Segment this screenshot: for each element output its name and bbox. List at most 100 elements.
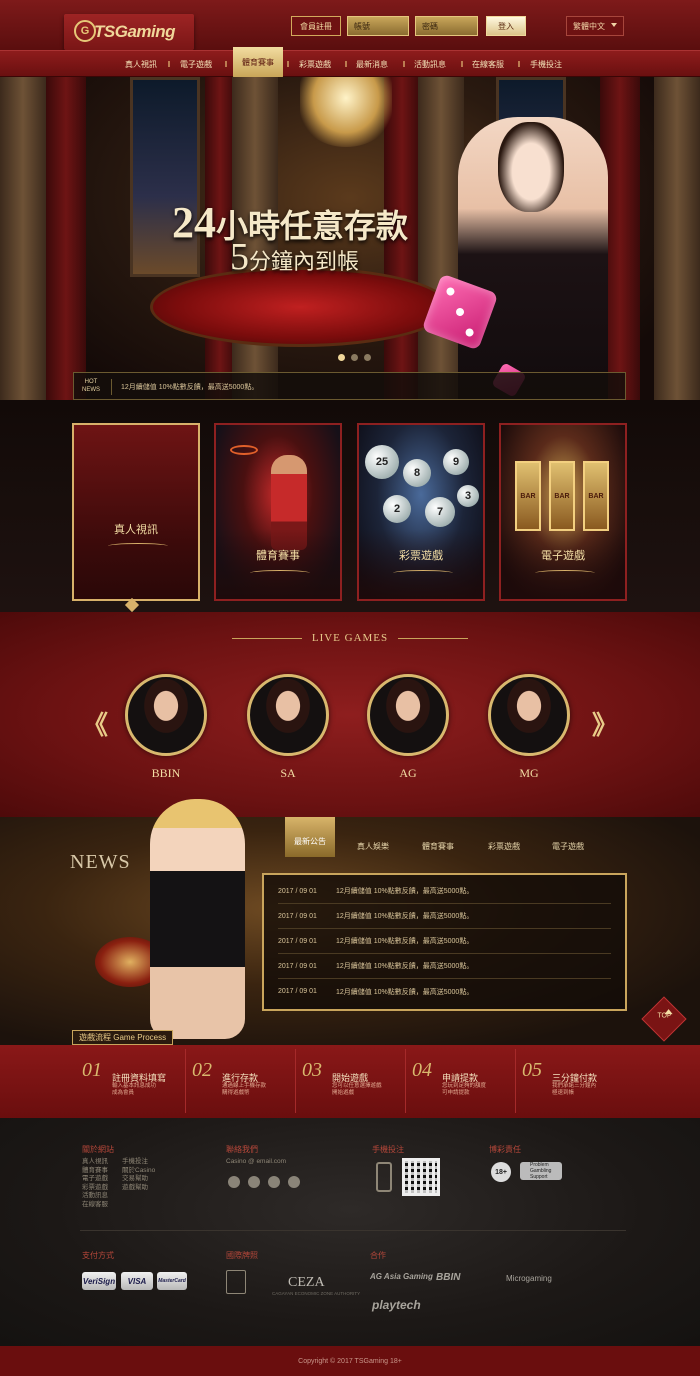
- provider-mg[interactable]: MG: [487, 674, 571, 781]
- news-section: NEWS 最新公告 真人娛樂 體育賽事 彩票遊戲 電子遊戲 2017 / 09 …: [0, 799, 700, 1045]
- slider-dot[interactable]: [351, 354, 358, 361]
- category-card-slots[interactable]: BAR BAR BAR 電子遊戲: [499, 423, 627, 601]
- news-date: 2017 / 09 01: [278, 962, 317, 970]
- news-model-image: [150, 799, 245, 1039]
- divider: [111, 379, 112, 395]
- partners-heading: 合作: [370, 1251, 386, 1260]
- nav-item-news[interactable]: 最新消息: [347, 51, 397, 78]
- facebook-icon[interactable]: [248, 1176, 260, 1188]
- footer-link[interactable]: 電子遊戲: [82, 1175, 108, 1184]
- responsible-heading: 博彩責任: [489, 1145, 521, 1154]
- lottery-ball-icon: 2: [383, 495, 411, 523]
- step-number: 02: [192, 1059, 212, 1081]
- ornament-icon: [250, 570, 310, 576]
- chevron-down-icon: [611, 23, 617, 27]
- footer-link[interactable]: 關於Casino: [122, 1167, 155, 1176]
- process-step: 03 開始遊戲 您可以任意選擇遊戲 開始遊戲: [296, 1049, 406, 1113]
- casino-table-image: [150, 267, 450, 347]
- footer-link[interactable]: 遊戲幫助: [122, 1184, 155, 1193]
- line-icon[interactable]: [268, 1176, 280, 1188]
- step-description: 通過線上手機存款 購得遊戲幣: [222, 1083, 267, 1096]
- skype-icon[interactable]: [288, 1176, 300, 1188]
- footer-link[interactable]: 體育賽事: [82, 1167, 108, 1176]
- step-description: 您玩到足夠的額度 可申請提款: [442, 1083, 487, 1096]
- contact-heading: 聯絡我們: [226, 1145, 258, 1154]
- footer-link[interactable]: 在線客服: [82, 1201, 108, 1210]
- nav-item-lottery[interactable]: 彩票遊戲: [290, 51, 340, 78]
- partner-bbin-logo: BBIN: [436, 1272, 461, 1283]
- provider-sa[interactable]: SA: [246, 674, 330, 781]
- step-number: 03: [302, 1059, 322, 1081]
- next-arrow-icon[interactable]: 》: [592, 705, 618, 742]
- nav-item-mobile[interactable]: 手機投注: [521, 51, 571, 78]
- tab-latest[interactable]: 最新公告: [285, 817, 335, 857]
- step-description: 我們承諾三分鐘內 極速到帳: [552, 1083, 597, 1096]
- hot-news-ticker[interactable]: HOT NEWS 12月續儲值 10%點數反饋，最高送5000點。: [73, 372, 626, 400]
- main-nav: 真人視訊 電子遊戲 體育賽事 彩票遊戲 最新消息 活動訊息 在線客服 手機投注: [0, 47, 700, 78]
- contact-email[interactable]: Casino @ email.com: [226, 1158, 286, 1167]
- step-description: 輸入基本訊息成功 成為會員: [112, 1083, 157, 1096]
- site-footer: 關於網站 真人視訊 體育賽事 電子遊戲 彩票遊戲 活動訊息 在線客服 手機投注 …: [0, 1118, 700, 1346]
- footer-link[interactable]: 真人視訊: [82, 1158, 108, 1167]
- slider-dot[interactable]: [364, 354, 371, 361]
- step-number: 01: [82, 1059, 102, 1081]
- mastercard-logo: MasterCard: [157, 1272, 187, 1290]
- account-input[interactable]: 帳號: [347, 16, 409, 36]
- nav-item-events[interactable]: 活動訊息: [405, 51, 455, 78]
- divider: [80, 1230, 626, 1231]
- nav-item-sports[interactable]: 體育賽事: [233, 47, 283, 78]
- category-label: 電子遊戲: [541, 550, 585, 562]
- news-date: 2017 / 09 01: [278, 988, 317, 995]
- hero-pillar: [0, 77, 46, 407]
- category-card-lottery[interactable]: 25 8 9 2 7 3 彩票遊戲: [357, 423, 485, 601]
- category-card-sports[interactable]: 體育賽事: [214, 423, 342, 601]
- process-step: 04 申請提款 您玩到足夠的額度 可申請提款: [406, 1049, 516, 1113]
- footer-link[interactable]: 手機投注: [122, 1158, 155, 1167]
- provider-bbin[interactable]: BBIN: [124, 674, 208, 781]
- footer-link[interactable]: 交易幫助: [122, 1175, 155, 1184]
- language-value: 繁體中文: [573, 21, 605, 31]
- news-row[interactable]: 2017 / 09 01 12月續儲值 10%點數反饋，最高送5000點。: [278, 979, 611, 1004]
- nav-item-slots[interactable]: 電子遊戲: [171, 51, 221, 78]
- copyright-bar: Copyright © 2017 TSGaming 18+: [0, 1346, 700, 1376]
- news-row[interactable]: 2017 / 09 01 12月續儲值 10%點數反饋，最高送5000點。: [278, 954, 611, 979]
- news-date: 2017 / 09 01: [278, 912, 317, 920]
- problem-gambling-support-badge[interactable]: Problem Gambling Support: [520, 1162, 562, 1180]
- news-row[interactable]: 2017 / 09 01 12月續儲值 10%點數反饋，最高送5000點。: [278, 904, 611, 929]
- hero-pillar: [654, 77, 700, 407]
- tab-lottery[interactable]: 彩票遊戲: [488, 841, 520, 852]
- nav-item-support[interactable]: 在線客服: [463, 51, 513, 78]
- provider-name: MG: [519, 766, 539, 780]
- footer-link[interactable]: 活動訊息: [82, 1192, 108, 1201]
- partner-microgaming-logo: Microgaming: [506, 1274, 552, 1283]
- wechat-icon[interactable]: [228, 1176, 240, 1188]
- register-button[interactable]: 會員註冊: [291, 16, 341, 36]
- nav-item-live[interactable]: 真人視訊: [116, 51, 166, 78]
- tab-slots[interactable]: 電子遊戲: [552, 841, 584, 852]
- ornament-icon: [535, 570, 595, 576]
- lottery-ball-icon: 3: [457, 485, 479, 507]
- category-label: 真人視訊: [114, 524, 158, 536]
- age-18-badge: 18+: [491, 1162, 511, 1182]
- nav-separator: [287, 61, 289, 67]
- login-button[interactable]: 登入: [486, 16, 526, 36]
- category-card-live[interactable]: 真人視訊: [72, 423, 200, 601]
- back-to-top-button[interactable]: TOP: [641, 996, 687, 1042]
- category-cards: 真人視訊 體育賽事 25 8 9 2 7 3 彩票遊戲 BAR BAR BAR …: [0, 400, 700, 612]
- footer-link[interactable]: 彩票遊戲: [82, 1184, 108, 1193]
- hero-curtain: [46, 77, 86, 417]
- about-links-col2: 手機投注 關於Casino 交易幫助 遊戲幫助: [122, 1158, 155, 1192]
- hero-banner[interactable]: 24小時任意存款 5分鐘內到帳: [0, 77, 700, 422]
- slider-dot[interactable]: [338, 354, 345, 361]
- news-row[interactable]: 2017 / 09 01 12月續儲值 10%點數反饋，最高送5000點。: [278, 929, 611, 954]
- news-row[interactable]: 2017 / 09 01 12月續儲值 10%點數反饋，最高送5000點。: [278, 879, 611, 904]
- tab-sports[interactable]: 體育賽事: [422, 841, 454, 852]
- tab-live[interactable]: 真人娛樂: [357, 841, 389, 852]
- password-input[interactable]: 密碼: [415, 16, 478, 36]
- hot-news-text[interactable]: 12月續儲值 10%點數反饋，最高送5000點。: [121, 382, 258, 392]
- site-logo[interactable]: G TSGaming: [64, 14, 194, 50]
- provider-ag[interactable]: AG: [366, 674, 450, 781]
- provider-name: BBIN: [151, 766, 181, 780]
- prev-arrow-icon[interactable]: 《: [82, 705, 108, 742]
- language-select[interactable]: 繁體中文: [566, 16, 624, 36]
